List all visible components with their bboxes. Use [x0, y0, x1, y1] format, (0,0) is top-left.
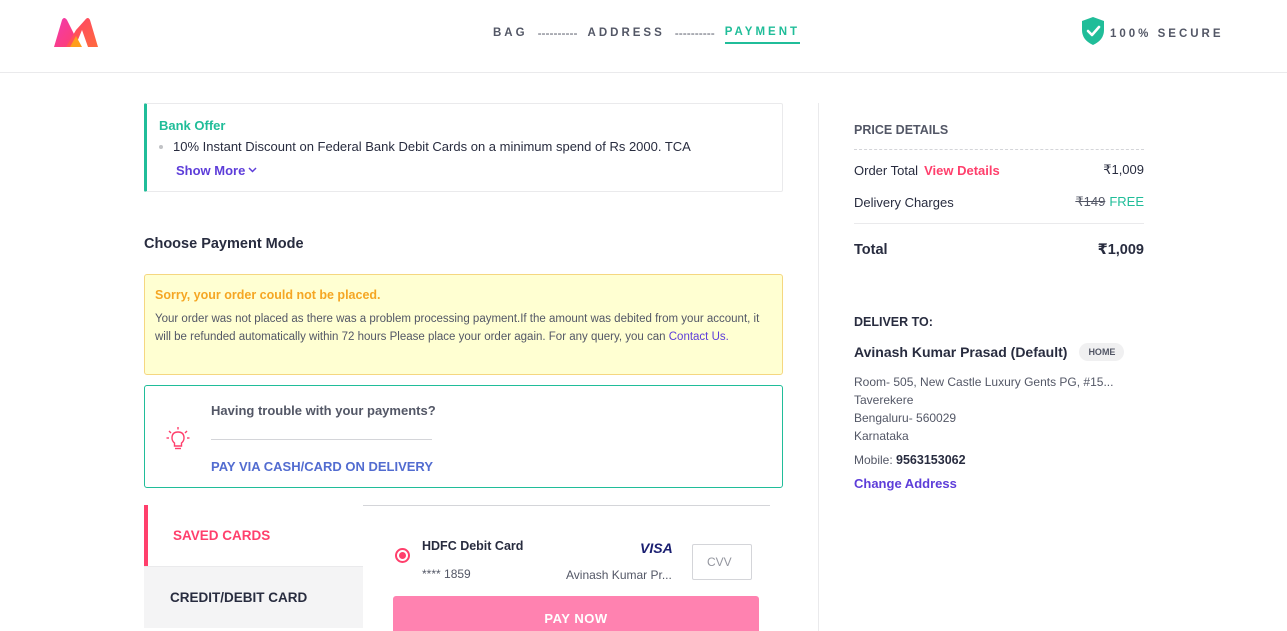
show-more-link[interactable]: Show More — [176, 163, 257, 178]
delivery-charges-row: Delivery Charges ₹149 FREE — [854, 194, 1144, 210]
address-line: Karnataka — [854, 429, 909, 443]
delivery-original-price: ₹149 — [1075, 194, 1106, 209]
change-address-link[interactable]: Change Address — [854, 476, 957, 491]
top-header: BAG ---------- ADDRESS ---------- PAYMEN… — [0, 0, 1287, 73]
delivery-address: Room- 505, New Castle Luxury Gents PG, #… — [854, 373, 1144, 445]
mobile-label: Mobile: — [854, 453, 893, 467]
card-number: **** 1859 — [422, 567, 471, 581]
secure-label: 100% SECURE — [1110, 27, 1224, 40]
checkout-steps: BAG ---------- ADDRESS ---------- PAYMEN… — [493, 26, 801, 44]
error-title: Sorry, your order could not be placed. — [155, 288, 381, 302]
chevron-down-icon — [248, 165, 257, 176]
step-bag: BAG — [493, 27, 528, 39]
step-separator: ---------- — [674, 26, 715, 40]
delivery-free-label: FREE — [1109, 194, 1144, 209]
trouble-title: Having trouble with your payments? — [211, 403, 436, 418]
view-details-link[interactable]: View Details — [924, 163, 1000, 178]
bank-offer-box: Bank Offer 10% Instant Discount on Feder… — [144, 103, 783, 192]
offer-text: 10% Instant Discount on Federal Bank Deb… — [173, 139, 691, 154]
delivery-charges-label: Delivery Charges — [854, 194, 954, 210]
pay-now-button[interactable]: PAY NOW — [393, 596, 759, 631]
column-divider — [818, 103, 819, 631]
order-error-box: Sorry, your order could not be placed. Y… — [144, 274, 783, 375]
order-total-row: Order Total View Details ₹1,009 — [854, 162, 1144, 178]
offer-item: 10% Instant Discount on Federal Bank Deb… — [159, 139, 770, 154]
divider — [211, 439, 432, 440]
price-details-title: PRICE DETAILS — [854, 123, 949, 137]
divider — [854, 149, 1144, 150]
mobile-row: Mobile: 9563153062 — [854, 453, 1144, 467]
step-address: ADDRESS — [587, 27, 665, 39]
order-total-label: Order Total — [854, 162, 919, 178]
card-holder-name: Avinash Kumar Pr... — [566, 568, 672, 582]
total-row: Total ₹1,009 — [854, 242, 1144, 258]
payment-column: Bank Offer 10% Instant Discount on Feder… — [144, 103, 783, 488]
deliver-to-title: DELIVER TO: — [854, 315, 933, 329]
show-more-label: Show More — [176, 163, 246, 178]
order-total-label-group: Order Total View Details — [854, 163, 1000, 178]
mobile-number: 9563153062 — [896, 453, 966, 467]
secure-badge: 100% SECURE — [1080, 16, 1224, 51]
address-line: Room- 505, New Castle Luxury Gents PG, #… — [854, 375, 1114, 389]
offer-title: Bank Offer — [159, 118, 226, 133]
lightbulb-icon — [166, 426, 190, 457]
step-separator: ---------- — [537, 26, 578, 40]
tab-saved-cards[interactable]: SAVED CARDS — [144, 505, 363, 566]
shield-check-icon — [1080, 16, 1106, 51]
tab-credit-debit-card[interactable]: CREDIT/DEBIT CARD — [144, 566, 363, 628]
visa-logo-icon: VISA — [640, 540, 673, 556]
card-name: HDFC Debit Card — [422, 539, 524, 553]
recipient-name: Avinash Kumar Prasad (Default) — [854, 344, 1068, 360]
error-message: Your order was not placed as there was a… — [155, 310, 772, 346]
total-label: Total — [854, 242, 888, 258]
divider — [363, 505, 770, 506]
total-value: ₹1,009 — [1097, 242, 1144, 258]
pay-via-cod-link[interactable]: PAY VIA CASH/CARD ON DELIVERY — [211, 459, 433, 474]
saved-card-radio[interactable] — [395, 548, 410, 563]
order-total-value: ₹1,009 — [1103, 162, 1144, 177]
address-type-badge: HOME — [1079, 343, 1125, 361]
contact-us-link[interactable]: Contact Us. — [669, 331, 729, 343]
summary-column: PRICE DETAILS Order Total View Details ₹1… — [854, 103, 1144, 493]
step-payment: PAYMENT — [724, 26, 801, 44]
bullet-icon — [159, 144, 163, 149]
payment-trouble-box: Having trouble with your payments? PAY V… — [144, 385, 783, 488]
myntra-logo[interactable] — [52, 16, 100, 50]
recipient-row: Avinash Kumar Prasad (Default) HOME — [854, 343, 1144, 361]
payment-mode-title: Choose Payment Mode — [144, 236, 304, 252]
address-line: Bengaluru- 560029 — [854, 411, 957, 425]
delivery-charges-value: ₹149 FREE — [1075, 194, 1144, 210]
divider — [854, 223, 1144, 224]
address-line: Taverekere — [854, 393, 914, 407]
cvv-input[interactable] — [692, 544, 752, 580]
